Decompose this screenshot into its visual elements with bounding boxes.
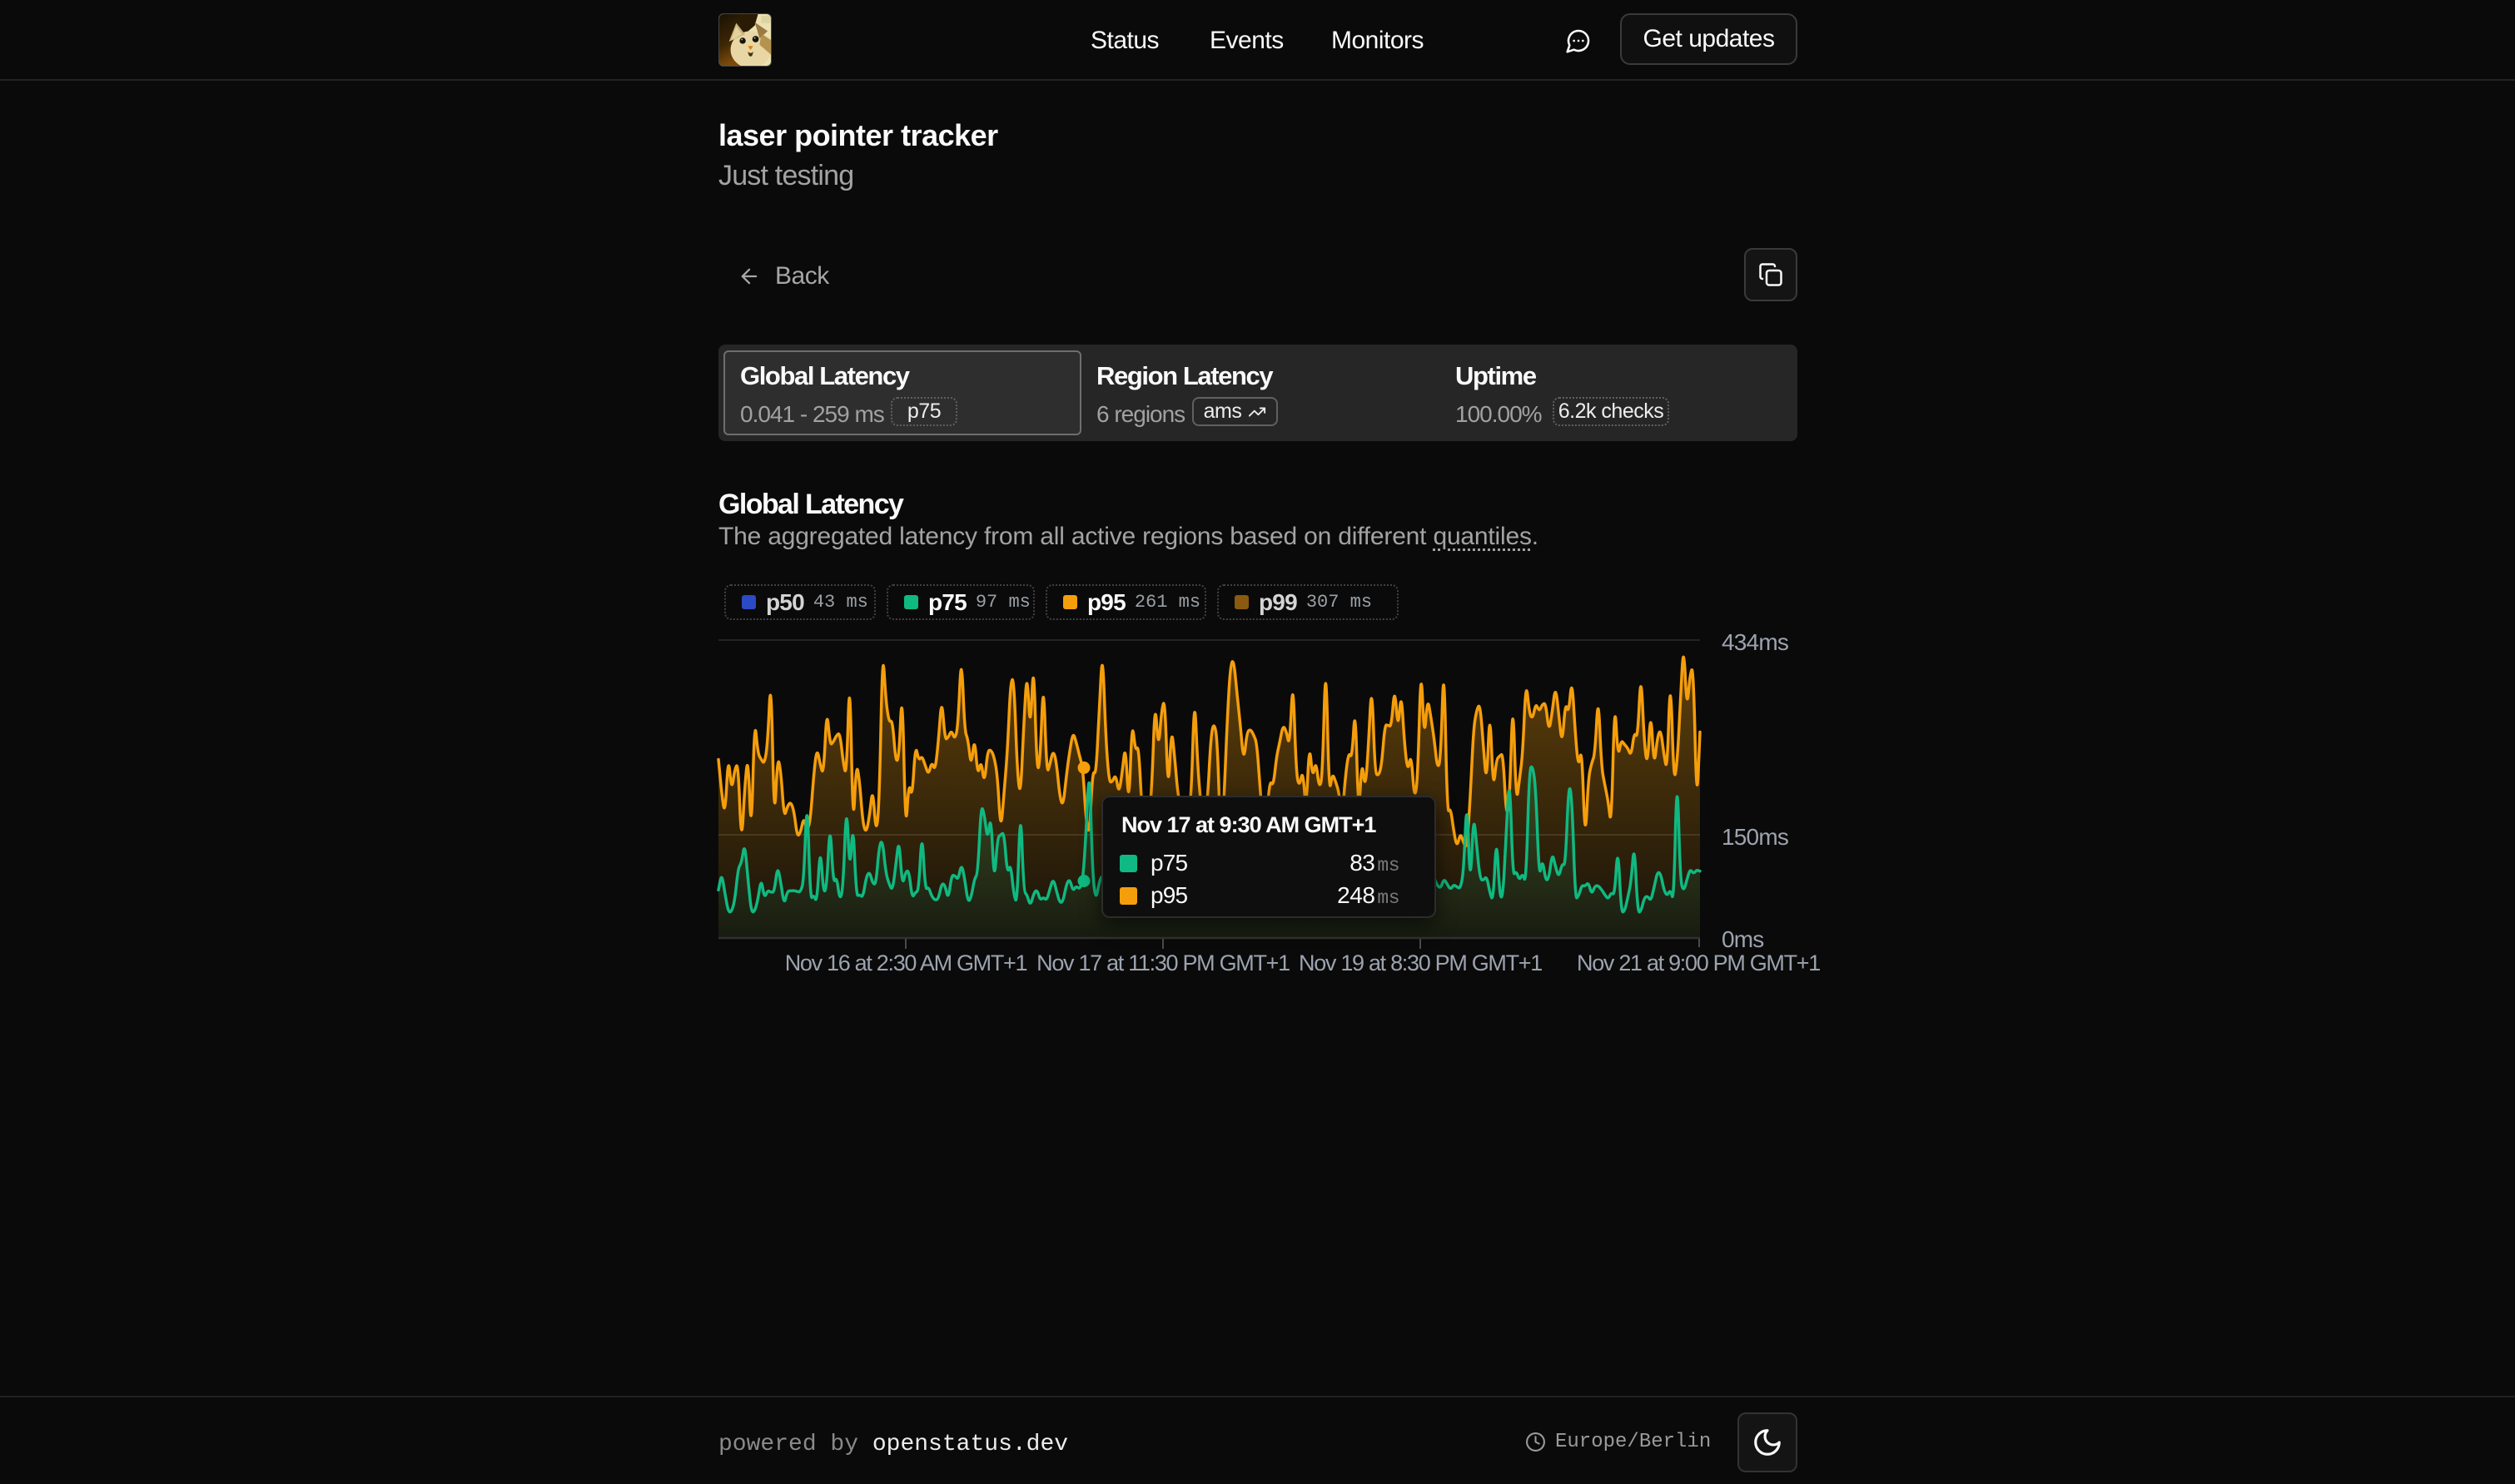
svg-text:Nov 21 at 9:00 PM GMT+1: Nov 21 at 9:00 PM GMT+1 (1577, 950, 1820, 975)
svg-text:150ms: 150ms (1722, 824, 1788, 850)
svg-text:Nov 19 at 8:30 PM GMT+1: Nov 19 at 8:30 PM GMT+1 (1299, 950, 1542, 975)
svg-text:Nov 17 at 11:30 PM GMT+1: Nov 17 at 11:30 PM GMT+1 (1036, 950, 1290, 975)
svg-text:Nov 16 at 2:30 AM GMT+1: Nov 16 at 2:30 AM GMT+1 (785, 950, 1027, 975)
svg-text:0ms: 0ms (1722, 926, 1764, 952)
svg-text:434ms: 434ms (1722, 629, 1788, 655)
